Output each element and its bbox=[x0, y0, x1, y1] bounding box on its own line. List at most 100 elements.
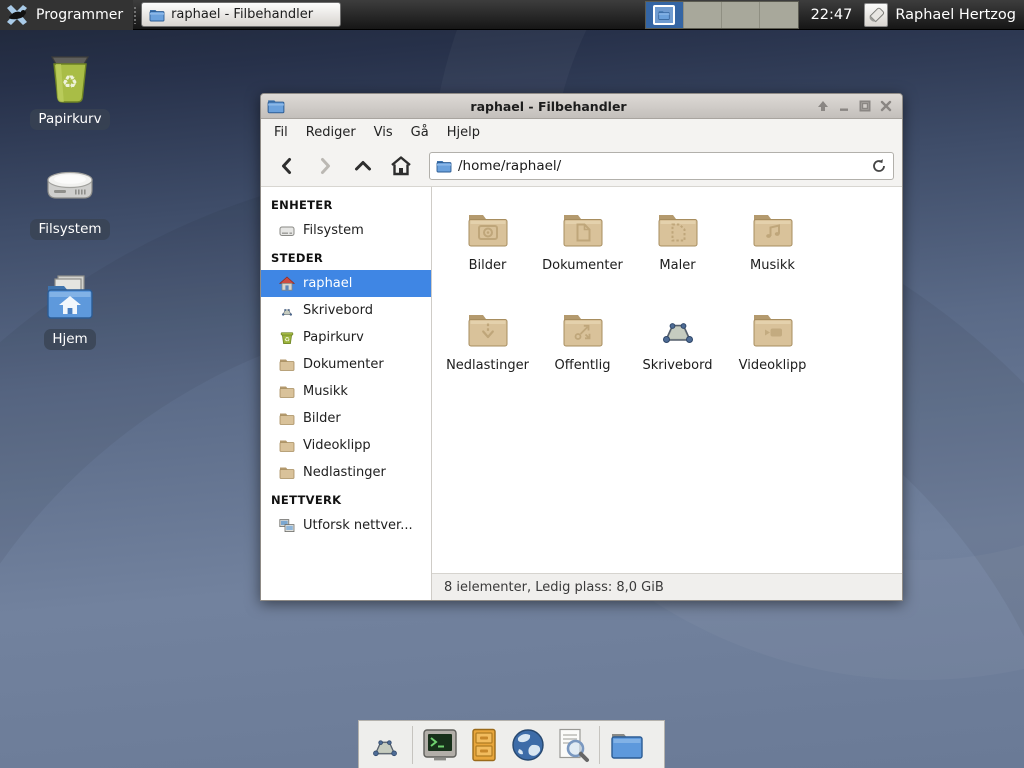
menubar: Fil Rediger Vis Gå Hjelp bbox=[261, 119, 902, 146]
menu-vis[interactable]: Vis bbox=[365, 121, 402, 144]
file-cabinet-icon bbox=[466, 727, 502, 763]
folder-videos-icon bbox=[749, 305, 797, 353]
sidebar-item-filsystem[interactable]: Filsystem bbox=[261, 217, 431, 244]
back-icon bbox=[277, 156, 297, 176]
trash-icon bbox=[279, 330, 295, 346]
titlebar[interactable]: raphael - Filbehandler bbox=[261, 94, 902, 119]
status-text: 8 ielementer, Ledig plass: 8,0 GiB bbox=[444, 580, 664, 595]
close-button[interactable] bbox=[875, 97, 896, 116]
sidebar-item-videoklipp[interactable]: Videoklipp bbox=[261, 432, 431, 459]
workspace-window-thumbnail bbox=[653, 5, 675, 25]
trash-icon bbox=[42, 50, 98, 106]
taskbar-handle bbox=[133, 6, 137, 24]
menu-ga[interactable]: Gå bbox=[402, 121, 438, 144]
sidebar-header-places: STEDER bbox=[261, 244, 431, 270]
desktop-icon-filesystem[interactable]: Filsystem bbox=[20, 160, 120, 240]
sidebar-item-skrivebord[interactable]: Skrivebord bbox=[261, 297, 431, 324]
applications-menu-button[interactable]: Programmer bbox=[0, 0, 133, 30]
sidebar-item-network[interactable]: Utforsk nettver... bbox=[261, 512, 431, 539]
desktop: Programmer raphael - Filbehandler 22:47 … bbox=[0, 0, 1024, 768]
desktop-icon-label: Papirkurv bbox=[30, 109, 109, 130]
file-videoklipp[interactable]: Videoklipp bbox=[725, 299, 820, 399]
dock-terminal-button[interactable] bbox=[420, 725, 460, 765]
folder-icon bbox=[658, 9, 670, 21]
dock-search-button[interactable] bbox=[552, 725, 592, 765]
desktop-icon-home[interactable]: Hjem bbox=[20, 270, 120, 350]
home-icon bbox=[279, 276, 295, 292]
minimize-icon bbox=[838, 100, 850, 112]
sidebar-item-bilder[interactable]: Bilder bbox=[261, 405, 431, 432]
reload-icon[interactable] bbox=[871, 158, 887, 174]
file-skrivebord[interactable]: Skrivebord bbox=[630, 299, 725, 399]
workspace-2[interactable] bbox=[684, 2, 722, 28]
home-button[interactable] bbox=[383, 151, 419, 182]
sidebar-item-nedlastinger[interactable]: Nedlastinger bbox=[261, 459, 431, 486]
session-button[interactable] bbox=[864, 3, 888, 27]
file-manager-window: raphael - Filbehandler Fil Rediger Vis G… bbox=[260, 93, 903, 601]
desktop-icon bbox=[654, 305, 702, 353]
drive-icon bbox=[279, 223, 295, 239]
workspace-4[interactable] bbox=[760, 2, 798, 28]
menu-hjelp[interactable]: Hjelp bbox=[438, 121, 489, 144]
menu-fil[interactable]: Fil bbox=[265, 121, 297, 144]
globe-icon bbox=[510, 727, 546, 763]
desktop-icon-trash[interactable]: Papirkurv bbox=[20, 50, 120, 130]
folder-icon bbox=[609, 727, 645, 763]
path-bar[interactable]: /home/raphael/ bbox=[429, 152, 894, 180]
clock[interactable]: 22:47 bbox=[799, 7, 865, 23]
sidebar-item-musikk[interactable]: Musikk bbox=[261, 378, 431, 405]
taskbar-window-button[interactable]: raphael - Filbehandler bbox=[141, 2, 341, 27]
up-button[interactable] bbox=[345, 151, 381, 182]
folder-documents-icon bbox=[559, 205, 607, 253]
folder-icon bbox=[279, 438, 295, 454]
drive-icon bbox=[42, 160, 98, 216]
statusbar: 8 ielementer, Ledig plass: 8,0 GiB bbox=[432, 573, 902, 600]
file-nedlastinger[interactable]: Nedlastinger bbox=[440, 299, 535, 399]
taskbar-window-label: raphael - Filbehandler bbox=[171, 7, 313, 22]
up-icon bbox=[353, 156, 373, 176]
dock-web-browser-button[interactable] bbox=[508, 725, 548, 765]
home-icon bbox=[390, 155, 412, 177]
desktop-icon bbox=[279, 303, 295, 319]
folder-templates-icon bbox=[654, 205, 702, 253]
sidebar: ENHETER Filsystem STEDER raphael Skriveb… bbox=[261, 187, 432, 600]
file-dokumenter[interactable]: Dokumenter bbox=[535, 199, 630, 299]
back-button[interactable] bbox=[269, 151, 305, 182]
user-name[interactable]: Raphael Hertzog bbox=[888, 7, 1024, 23]
minimize-button[interactable] bbox=[833, 97, 854, 116]
folder-icon bbox=[279, 357, 295, 373]
home-folder-icon bbox=[42, 270, 98, 326]
path-folder-icon bbox=[436, 158, 452, 174]
path-text[interactable]: /home/raphael/ bbox=[458, 158, 865, 174]
folder-icon bbox=[279, 465, 295, 481]
shade-button[interactable] bbox=[812, 97, 833, 116]
workspace-pager bbox=[645, 1, 799, 29]
sidebar-header-devices: ENHETER bbox=[261, 191, 431, 217]
folder-icon bbox=[279, 411, 295, 427]
top-panel: Programmer raphael - Filbehandler 22:47 … bbox=[0, 0, 1024, 30]
file-musikk[interactable]: Musikk bbox=[725, 199, 820, 299]
sidebar-item-raphael[interactable]: raphael bbox=[261, 270, 431, 297]
file-view[interactable]: Bilder Dokumenter Maler Musikk bbox=[432, 187, 902, 573]
show-desktop-icon bbox=[366, 726, 404, 764]
menu-rediger[interactable]: Rediger bbox=[297, 121, 365, 144]
forward-button[interactable] bbox=[307, 151, 343, 182]
file-offentlig[interactable]: Offentlig bbox=[535, 299, 630, 399]
shade-arrow-icon bbox=[817, 100, 829, 112]
folder-music-icon bbox=[749, 205, 797, 253]
workspace-1[interactable] bbox=[646, 2, 684, 28]
file-bilder[interactable]: Bilder bbox=[440, 199, 535, 299]
xfce-logo-icon bbox=[5, 3, 29, 27]
dock-file-cabinet-button[interactable] bbox=[464, 725, 504, 765]
dock-file-manager-button[interactable] bbox=[607, 725, 647, 765]
file-maler[interactable]: Maler bbox=[630, 199, 725, 299]
search-document-icon bbox=[554, 727, 590, 763]
workspace-3[interactable] bbox=[722, 2, 760, 28]
dock-show-desktop-button[interactable] bbox=[365, 725, 405, 765]
sidebar-item-dokumenter[interactable]: Dokumenter bbox=[261, 351, 431, 378]
sidebar-item-papirkurv[interactable]: Papirkurv bbox=[261, 324, 431, 351]
close-icon bbox=[880, 100, 892, 112]
maximize-button[interactable] bbox=[854, 97, 875, 116]
folder-icon bbox=[149, 7, 165, 23]
folder-downloads-icon bbox=[464, 305, 512, 353]
